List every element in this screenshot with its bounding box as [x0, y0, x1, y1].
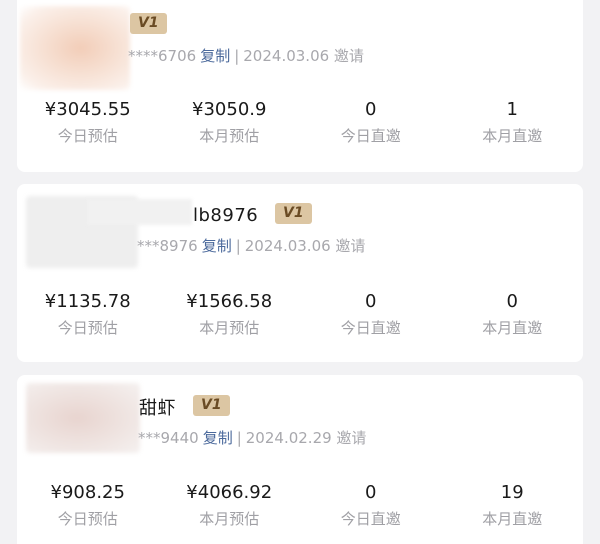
- stat-label: 本月直邀: [482, 319, 543, 337]
- level-badge: V1: [193, 395, 230, 416]
- member-card[interactable]: V1 ****6706 复制 | 2024.03.06 邀请 ¥3045.55 今日预…: [17, 0, 583, 172]
- avatar: [26, 383, 140, 453]
- member-list: V1 ****6706 复制 | 2024.03.06 邀请 ¥3045.55 今日预…: [0, 0, 600, 544]
- stat-label: 今日直邀: [340, 319, 401, 337]
- masked-phone: ***8976: [137, 237, 198, 255]
- stat-value: 0: [365, 482, 377, 503]
- member-card[interactable]: lb8976 V1 ***8976 复制 | 2024.03.06 邀请 ¥1135.…: [17, 184, 583, 362]
- level-badge: V1: [130, 13, 167, 34]
- stat-label: 今日预估: [57, 510, 118, 528]
- stat-month-invites: 0 本月直邀: [442, 290, 584, 338]
- stat-label: 今日直邀: [340, 510, 401, 528]
- copy-button[interactable]: 复制: [203, 429, 233, 447]
- member-meta: ****6706 复制 | 2024.03.06 邀请: [128, 45, 364, 66]
- stat-month-estimate: ¥3050.9 本月预估: [159, 98, 301, 146]
- stat-month-estimate: ¥4066.92 本月预估: [159, 481, 301, 529]
- meta-separator: |: [235, 237, 241, 255]
- stat-month-invites: 19 本月直邀: [442, 481, 584, 529]
- stat-value: 0: [365, 291, 377, 312]
- member-meta: ***9440 复制 | 2024.02.29 邀请: [138, 427, 366, 448]
- avatar: [20, 6, 130, 90]
- invite-date: 2024.03.06 邀请: [243, 47, 364, 65]
- stat-value: 1: [506, 99, 518, 120]
- meta-separator: |: [236, 429, 242, 447]
- stat-label: 本月预估: [199, 319, 260, 337]
- stat-today-estimate: ¥3045.55 今日预估: [17, 98, 159, 146]
- stat-label: 今日直邀: [340, 127, 401, 145]
- stat-label: 本月直邀: [482, 127, 543, 145]
- stat-value: ¥4066.92: [186, 482, 273, 503]
- stat-month-invites: 1 本月直邀: [442, 98, 584, 146]
- stat-value: ¥3050.9: [192, 99, 267, 120]
- stat-today-estimate: ¥1135.78 今日预估: [17, 290, 159, 338]
- stat-label: 本月直邀: [482, 510, 543, 528]
- copy-button[interactable]: 复制: [200, 47, 230, 65]
- member-name: lb8976: [193, 205, 259, 226]
- masked-phone: ***9440: [138, 429, 199, 447]
- stats-row: ¥3045.55 今日预估 ¥3050.9 本月预估 0 今日直邀 1 本月直邀: [17, 98, 583, 146]
- stat-label: 今日预估: [57, 319, 118, 337]
- stat-label: 今日预估: [57, 127, 118, 145]
- stat-today-invites: 0 今日直邀: [300, 290, 442, 338]
- stat-label: 本月预估: [199, 510, 260, 528]
- stat-today-invites: 0 今日直邀: [300, 98, 442, 146]
- member-name: 甜虾: [139, 398, 176, 419]
- member-meta: ***8976 复制 | 2024.03.06 邀请: [137, 235, 365, 256]
- invite-date: 2024.03.06 邀请: [244, 237, 366, 255]
- stat-label: 本月预估: [199, 127, 260, 145]
- stat-value: ¥1566.58: [186, 291, 273, 312]
- stat-today-estimate: ¥908.25 今日预估: [17, 481, 159, 529]
- name-mask: [87, 199, 192, 225]
- stat-value: ¥1135.78: [44, 291, 131, 312]
- stat-value: 0: [365, 99, 377, 120]
- meta-separator: |: [234, 47, 240, 65]
- level-badge: V1: [275, 203, 312, 224]
- masked-phone: ****6706: [128, 47, 197, 65]
- stat-value: ¥908.25: [50, 482, 125, 503]
- stats-row: ¥908.25 今日预估 ¥4066.92 本月预估 0 今日直邀 19 本月直…: [17, 481, 583, 529]
- invite-date: 2024.02.29 邀请: [245, 429, 367, 447]
- stats-row: ¥1135.78 今日预估 ¥1566.58 本月预估 0 今日直邀 0 本月直…: [17, 290, 583, 338]
- stat-value: ¥3045.55: [44, 99, 131, 120]
- stat-month-estimate: ¥1566.58 本月预估: [159, 290, 301, 338]
- stat-value: 19: [500, 482, 524, 503]
- stat-today-invites: 0 今日直邀: [300, 481, 442, 529]
- member-card[interactable]: 甜虾 V1 ***9440 复制 | 2024.02.29 邀请 ¥908.25 今日…: [17, 375, 583, 544]
- stat-value: 0: [506, 291, 518, 312]
- copy-button[interactable]: 复制: [202, 237, 232, 255]
